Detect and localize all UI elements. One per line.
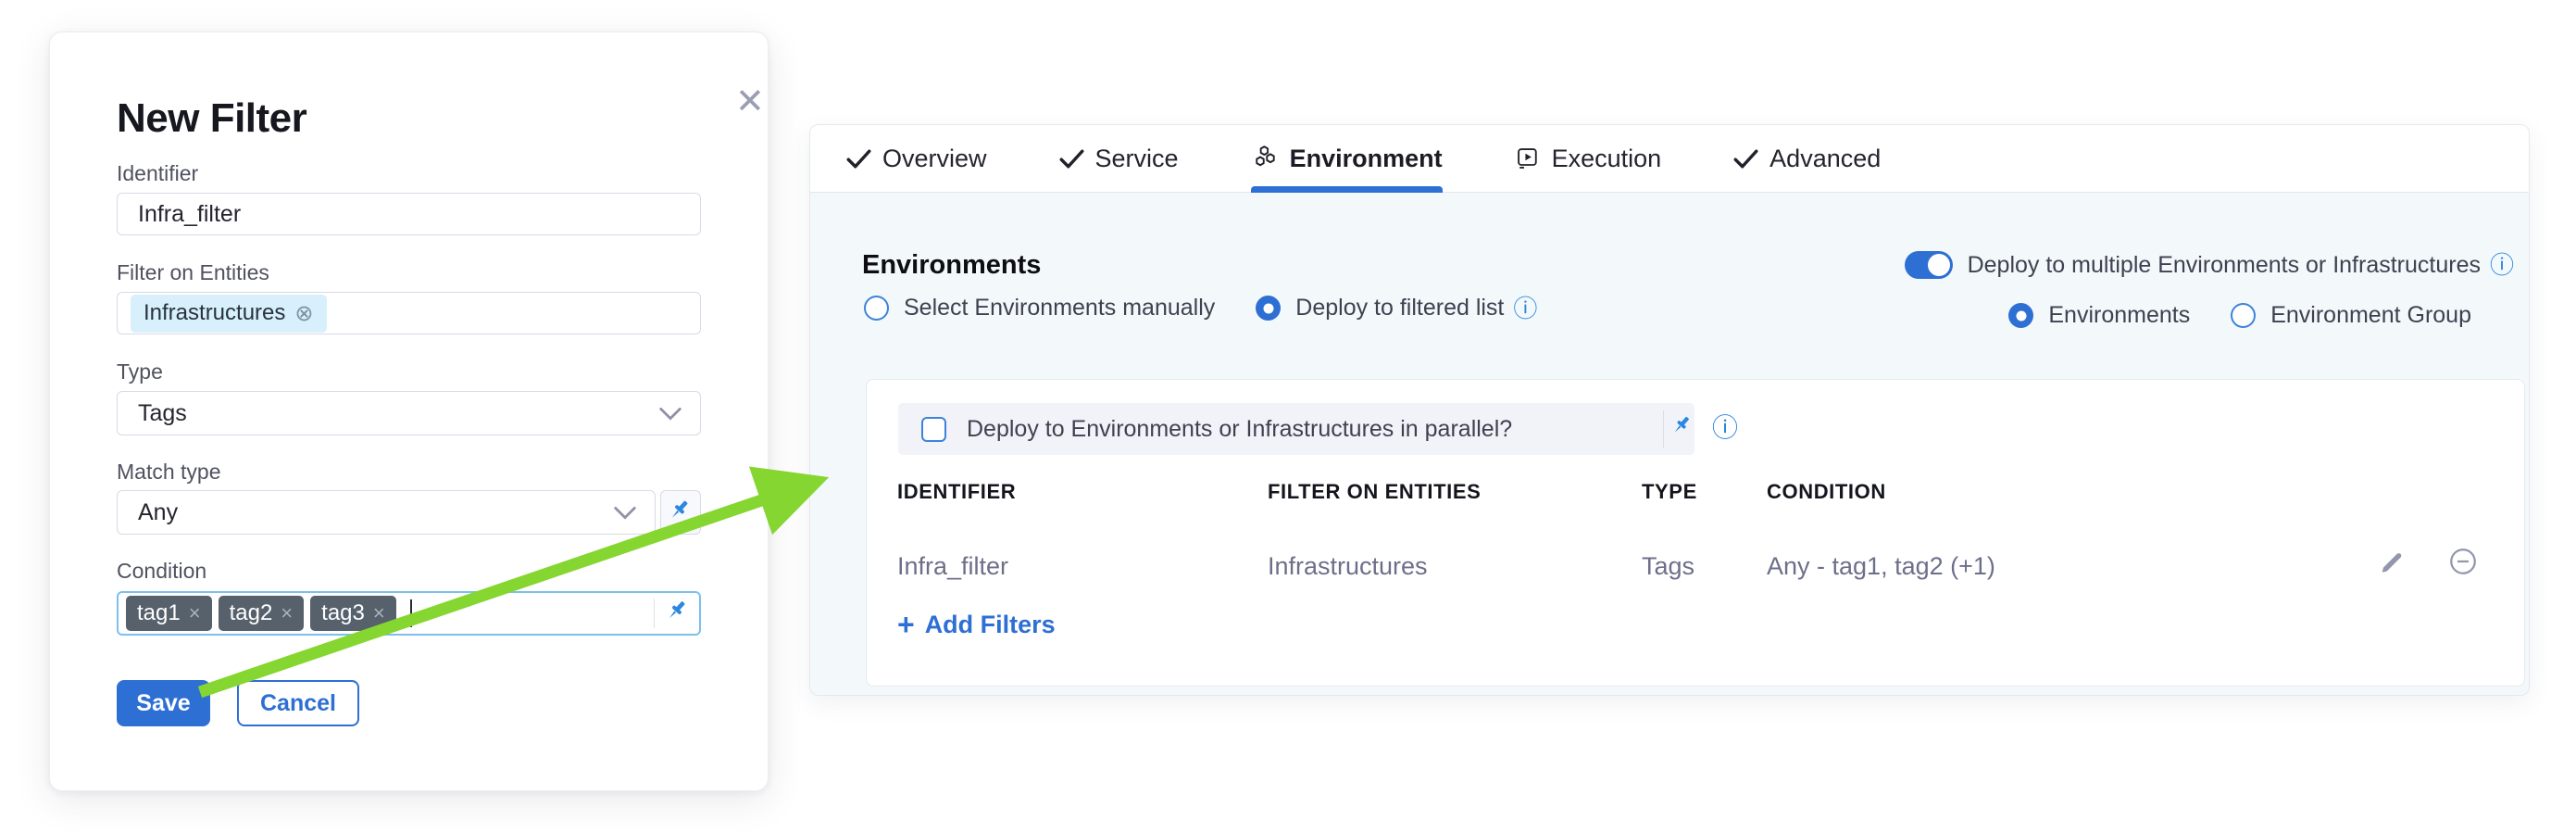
stage-config-panel: Overview Service Environment xyxy=(809,124,2530,696)
radio-label: Environment Group xyxy=(2270,302,2471,329)
entity-chip: Infrastructures ⊗ xyxy=(131,295,327,333)
add-filters-label: Add Filters xyxy=(925,611,1056,639)
check-icon xyxy=(1059,149,1084,169)
condition-pin-button[interactable] xyxy=(665,599,691,629)
radio-environments[interactable] xyxy=(2008,303,2033,328)
tab-service[interactable]: Service xyxy=(1059,125,1179,193)
remove-tag-icon[interactable]: × xyxy=(281,601,293,625)
radio-environment-group[interactable] xyxy=(2231,303,2256,328)
remove-tag-icon[interactable]: × xyxy=(189,601,201,625)
tab-label: Advanced xyxy=(1769,145,1881,173)
identifier-field[interactable] xyxy=(117,193,701,235)
section-title: Environments xyxy=(862,250,1041,281)
condition-label: Condition xyxy=(117,559,206,584)
condition-tag: tag3 × xyxy=(310,596,396,631)
row-type: Tags xyxy=(1642,552,1694,581)
entity-chip-label: Infrastructures xyxy=(144,300,285,326)
filters-card: Deploy to Environments or Infrastructure… xyxy=(866,379,2525,687)
chevron-down-icon xyxy=(614,499,636,526)
match-type-label: Match type xyxy=(117,460,221,485)
parallel-checkbox-label: Deploy to Environments or Infrastructure… xyxy=(967,416,1512,443)
close-icon[interactable]: ✕ xyxy=(735,84,765,120)
col-header-filter-on-entities: FILTER ON ENTITIES xyxy=(1268,480,1481,504)
cancel-button[interactable]: Cancel xyxy=(237,680,359,726)
radio-label: Select Environments manually xyxy=(904,295,1215,321)
save-button[interactable]: Save xyxy=(117,680,210,726)
info-icon[interactable]: ⓘ xyxy=(2490,253,2514,277)
col-header-condition: CONDITION xyxy=(1767,480,1886,504)
plus-icon: + xyxy=(897,610,915,639)
tab-label: Overview xyxy=(882,145,987,173)
condition-tag: tag1 × xyxy=(126,596,212,631)
row-identifier: Infra_filter xyxy=(897,552,1008,581)
check-icon xyxy=(1733,149,1758,169)
identifier-input[interactable] xyxy=(138,201,680,228)
edit-filter-button[interactable] xyxy=(2378,545,2409,581)
filter-on-entities-label: Filter on Entities xyxy=(117,260,269,285)
match-type-value: Any xyxy=(138,499,178,526)
target-radio-group: Environments Environment Group xyxy=(2008,302,2471,329)
chevron-down-icon xyxy=(659,400,682,427)
radio-label: Environments xyxy=(2048,302,2190,329)
add-filters-button[interactable]: + Add Filters xyxy=(897,610,1056,639)
tag-label: tag3 xyxy=(321,600,365,626)
tab-label: Execution xyxy=(1552,145,1662,173)
tab-label: Environment xyxy=(1290,145,1443,173)
new-filter-modal: New Filter ✕ Identifier Filter on Entiti… xyxy=(49,32,769,791)
info-icon[interactable]: ⓘ xyxy=(1513,296,1537,321)
type-value: Tags xyxy=(138,400,187,427)
multi-deploy-toggle-row: Deploy to multiple Environments or Infra… xyxy=(1905,251,2514,279)
type-label: Type xyxy=(117,359,163,384)
radio-deploy-to-filtered-list[interactable] xyxy=(1256,296,1281,321)
check-icon xyxy=(846,149,871,169)
execution-play-icon xyxy=(1515,145,1541,171)
toggle-label: Deploy to multiple Environments or Infra… xyxy=(1968,252,2481,279)
identifier-label: Identifier xyxy=(117,161,198,186)
stage-tabs: Overview Service Environment xyxy=(810,125,2529,193)
tab-overview[interactable]: Overview xyxy=(846,125,987,193)
radio-label: Deploy to filtered list xyxy=(1295,295,1504,321)
text-cursor xyxy=(410,599,412,627)
tab-environment[interactable]: Environment xyxy=(1251,125,1443,193)
tag-label: tag1 xyxy=(137,600,181,626)
info-icon[interactable]: ⓘ xyxy=(1712,415,1738,441)
environment-tab-content: Environments Select Environments manuall… xyxy=(810,193,2529,696)
parallel-checkbox[interactable] xyxy=(921,417,946,442)
radio-select-environments-manually[interactable] xyxy=(864,296,889,321)
condition-tags-input[interactable]: tag1 × tag2 × tag3 × xyxy=(117,591,701,636)
match-type-pin-button[interactable] xyxy=(660,490,701,535)
divider xyxy=(654,599,655,628)
pin-icon xyxy=(668,498,694,528)
condition-tag: tag2 × xyxy=(219,596,305,631)
remove-entity-icon[interactable]: ⊗ xyxy=(294,300,313,327)
filter-on-entities-field[interactable]: Infrastructures ⊗ xyxy=(117,292,701,334)
remove-tag-icon[interactable]: × xyxy=(373,601,385,625)
col-header-identifier: IDENTIFIER xyxy=(897,480,1016,504)
environment-hexagons-icon xyxy=(1251,145,1279,172)
modal-title: New Filter xyxy=(117,95,306,142)
row-entities: Infrastructures xyxy=(1268,552,1428,581)
remove-filter-button[interactable] xyxy=(2446,545,2480,583)
col-header-type: TYPE xyxy=(1642,480,1697,504)
type-select[interactable]: Tags xyxy=(117,391,701,435)
parallel-checkbox-row: Deploy to Environments or Infrastructure… xyxy=(898,403,1694,455)
screen: New Filter ✕ Identifier Filter on Entiti… xyxy=(0,0,2576,832)
tab-execution[interactable]: Execution xyxy=(1515,125,1662,193)
parallel-pin-button[interactable] xyxy=(1670,414,1694,445)
row-condition: Any - tag1, tag2 (+1) xyxy=(1767,552,1995,581)
divider xyxy=(1663,410,1664,448)
deploy-mode-radio-group: Select Environments manually Deploy to f… xyxy=(864,295,1537,321)
tab-label: Service xyxy=(1095,145,1179,173)
multi-deploy-toggle[interactable] xyxy=(1905,251,1953,279)
match-type-select[interactable]: Any xyxy=(117,490,656,535)
tab-advanced[interactable]: Advanced xyxy=(1733,125,1881,193)
tag-label: tag2 xyxy=(230,600,273,626)
